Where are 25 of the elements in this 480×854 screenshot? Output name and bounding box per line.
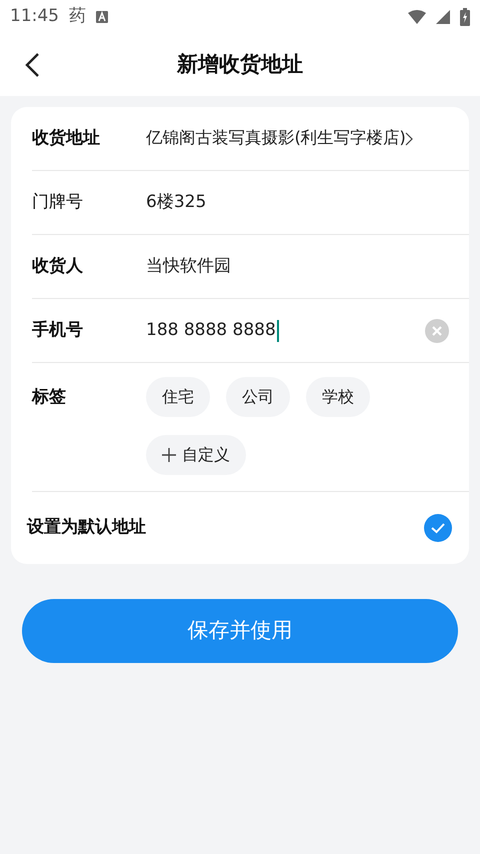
tag-chip[interactable]: 住宅: [146, 377, 210, 417]
plus-icon: [162, 448, 176, 462]
tag-chip[interactable]: 学校: [306, 377, 370, 417]
notification-icon: 药: [69, 4, 86, 30]
page-title: 新增收货地址: [177, 51, 303, 78]
input-field[interactable]: 188 8888 8888: [146, 318, 425, 344]
battery-icon: [460, 8, 470, 26]
address-selector[interactable]: 亿锦阁古装写真摄影(利生写字楼店): [146, 126, 461, 151]
custom-tag-button[interactable]: 自定义: [146, 435, 246, 475]
default-checkbox[interactable]: [424, 514, 452, 542]
field-label: 收货人: [32, 254, 84, 278]
tag-chip[interactable]: 公司: [226, 377, 290, 417]
field-label: 门牌号: [32, 190, 84, 214]
status-time: 11:45: [10, 5, 59, 28]
signal-icon: [436, 10, 450, 24]
tags-label: 标签: [32, 386, 67, 409]
field-label: 收货地址: [32, 126, 101, 150]
wifi-icon: [408, 10, 426, 24]
back-icon[interactable]: [24, 52, 40, 78]
input-field[interactable]: 当快软件园: [146, 254, 449, 280]
default-address-label: 设置为默认地址: [27, 516, 147, 540]
keyboard-notification-icon: [96, 11, 108, 23]
field-label: 手机号: [32, 318, 84, 342]
input-field[interactable]: 6楼325: [146, 190, 449, 216]
chevron-right-icon: [405, 132, 414, 146]
